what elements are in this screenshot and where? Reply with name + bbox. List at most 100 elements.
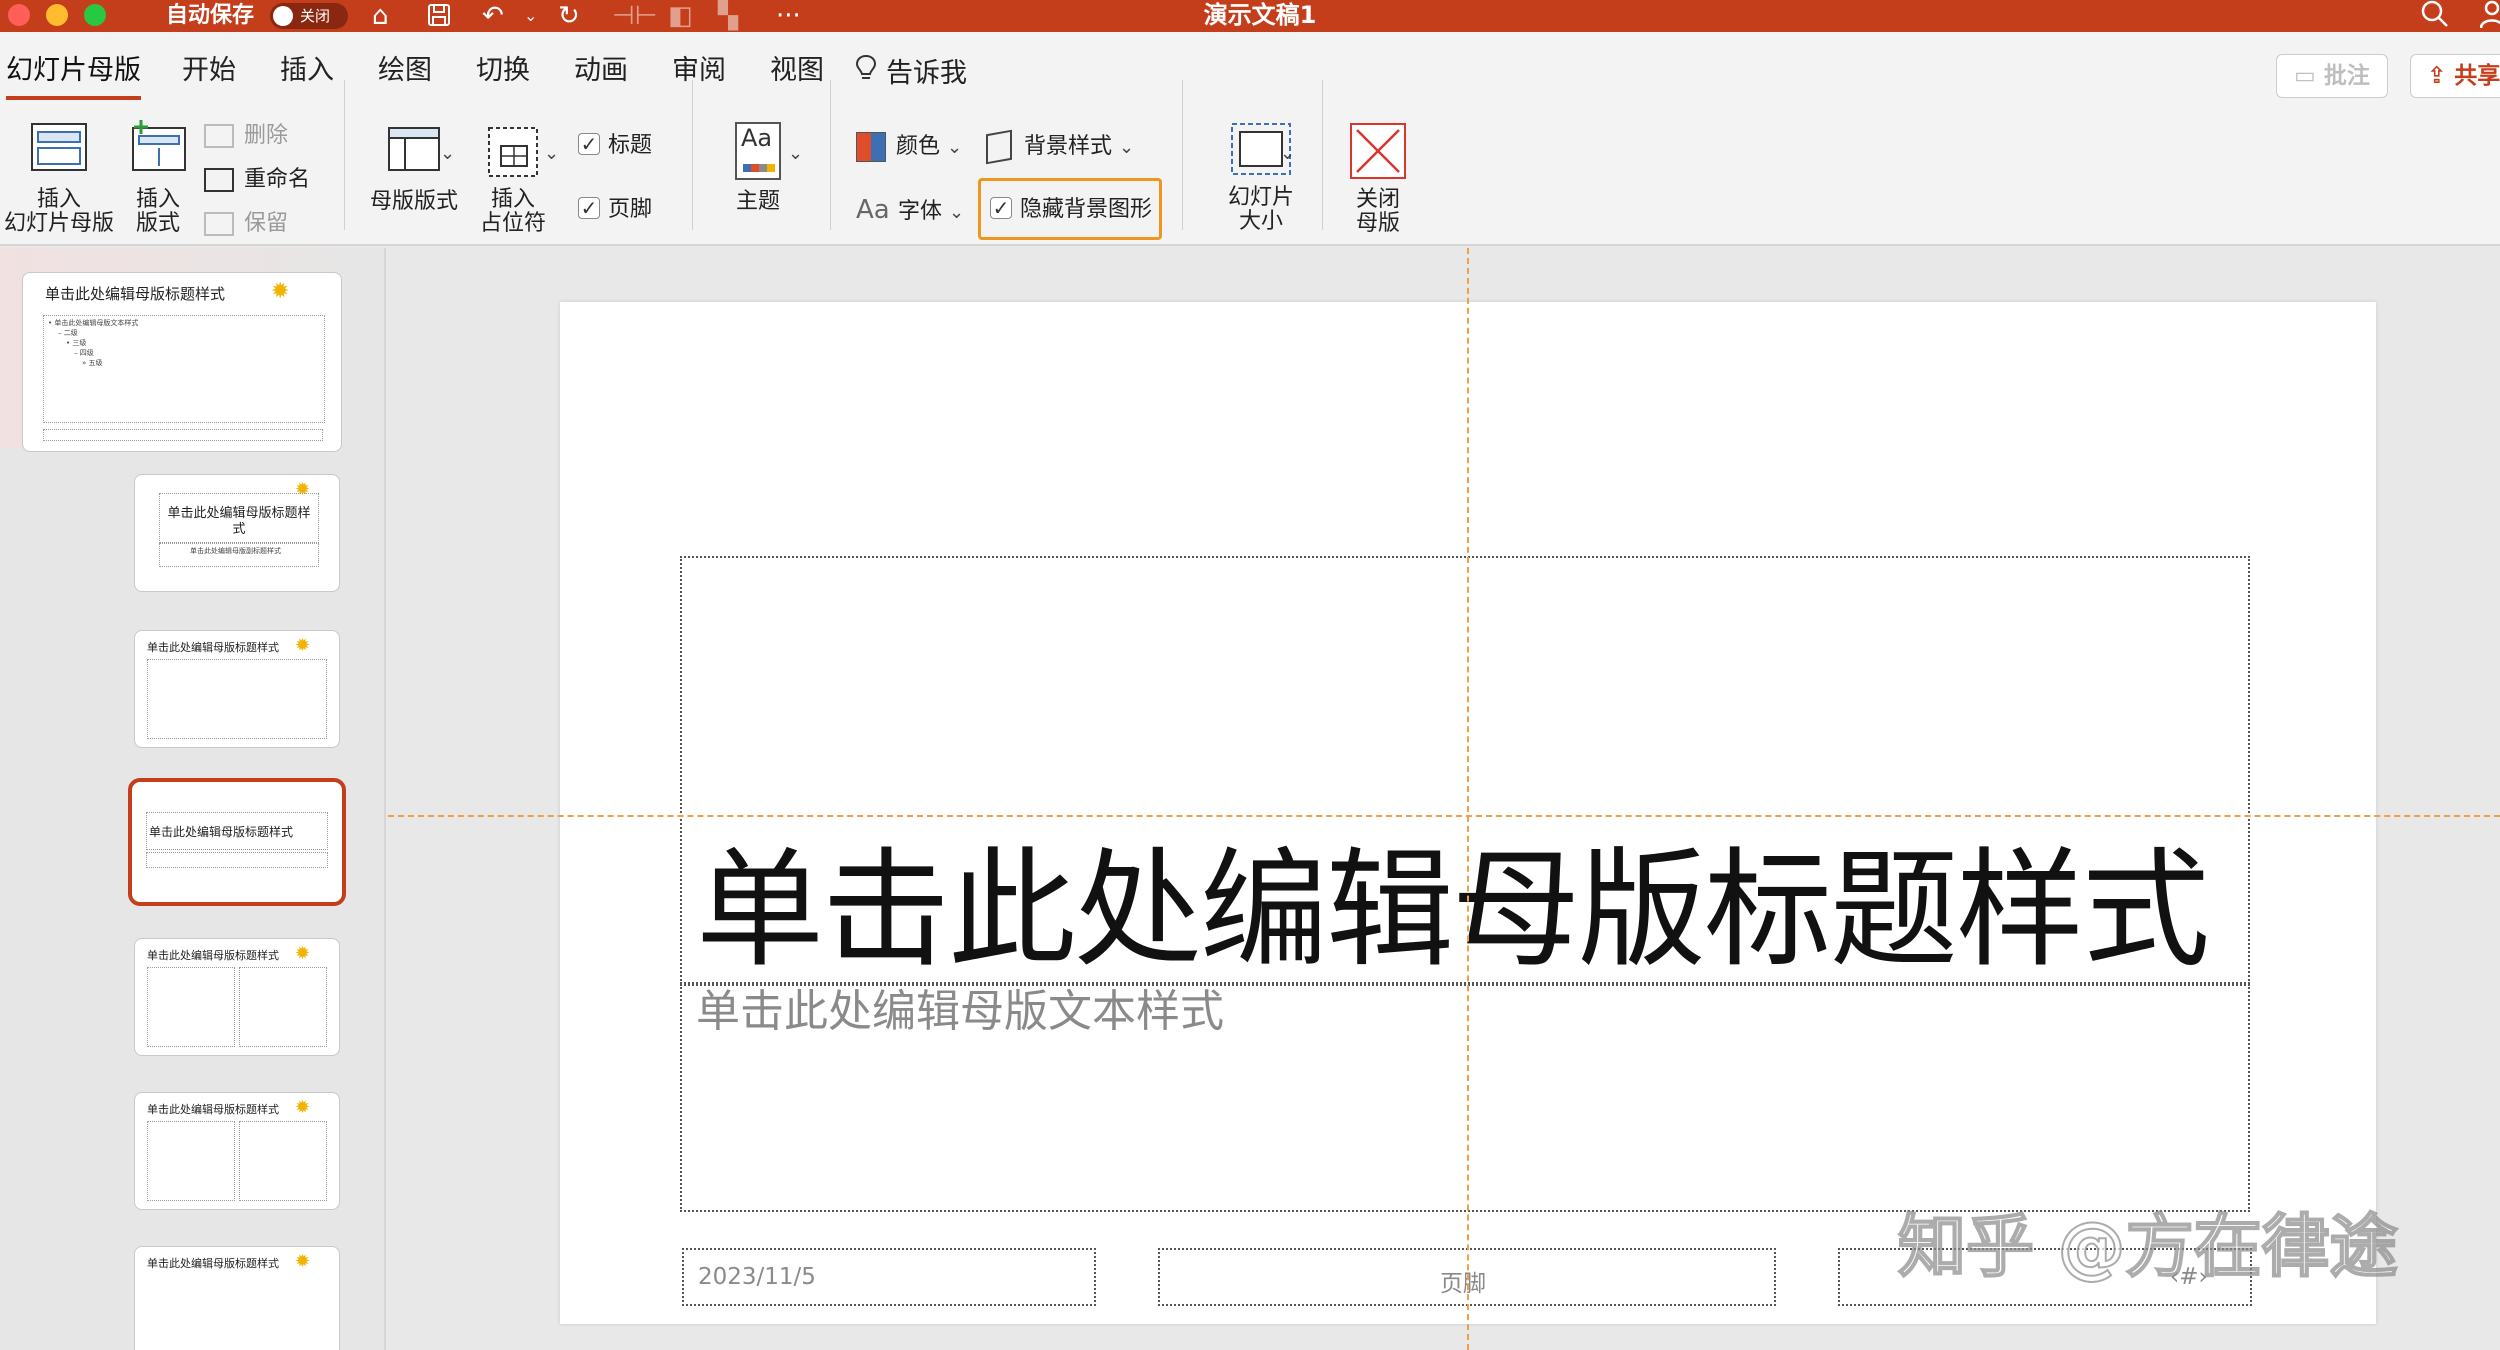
save-icon[interactable] xyxy=(426,2,452,34)
comment-icon: ▭ xyxy=(2294,63,2316,89)
theme-dropdown-icon[interactable]: ⌄ xyxy=(788,140,803,168)
search-icon[interactable] xyxy=(2420,0,2450,33)
date-placeholder[interactable]: 2023/11/5 xyxy=(682,1248,1096,1306)
comments-button[interactable]: ▭ 批注 xyxy=(2276,54,2388,98)
more-icon[interactable]: ··· xyxy=(776,2,801,30)
tab-draw[interactable]: 绘图 xyxy=(378,54,432,88)
preserve-button[interactable]: 保留 xyxy=(204,210,288,238)
sun-icon: ✹ xyxy=(295,1097,311,1118)
slide-thumbnail-layout-selected[interactable]: 单击此处编辑母版标题样式 xyxy=(128,778,346,906)
colors-icon xyxy=(856,132,886,162)
tab-tell-me[interactable]: 告诉我 xyxy=(855,54,967,91)
slide-thumbnail-master[interactable]: 单击此处编辑母版标题样式 ✹ • 单击此处编辑母版文本样式 – 二级 • 三级 … xyxy=(22,272,342,452)
group-icon[interactable]: ▚ xyxy=(718,2,738,30)
redo-icon[interactable]: ↻ xyxy=(558,2,580,30)
fonts-button[interactable]: Aa 字体 ⌄ xyxy=(856,196,964,227)
insert-placeholder-dropdown-icon[interactable]: ⌄ xyxy=(544,140,559,168)
master-layout-label: 母版版式 xyxy=(369,189,458,214)
tab-review[interactable]: 审阅 xyxy=(672,54,726,88)
thumbnail-body-line: – 四级 xyxy=(74,349,94,357)
thumbnail-title: 单击此处编辑母版标题样式 xyxy=(149,825,294,839)
thumbnail-title-placeholder: 单击此处编辑母版标题样式 xyxy=(146,812,328,850)
thumbnail-footer xyxy=(43,429,323,441)
tell-me-label: 告诉我 xyxy=(886,58,967,89)
maximize-window-button[interactable] xyxy=(84,4,106,26)
share-icon: ⇪ xyxy=(2427,63,2447,89)
preserve-icon xyxy=(204,212,234,236)
vertical-guide[interactable] xyxy=(1467,248,1469,1350)
thumbnail-title: 单击此处编辑母版标题样式 xyxy=(45,285,226,303)
horizontal-guide[interactable] xyxy=(388,815,2500,817)
checkbox-checked-icon: ✓ xyxy=(578,133,600,155)
theme-glyph: Aa xyxy=(741,124,773,152)
tab-transitions[interactable]: 切换 xyxy=(476,54,530,88)
slide-thumbnail-layout[interactable]: 单击此处编辑母版标题样式 ✹ xyxy=(134,630,340,748)
slide-size-button[interactable]: 幻灯片 大小 xyxy=(1206,122,1316,234)
thumbnail-subtitle-placeholder: 单击此处编辑母版副标题样式 xyxy=(159,543,319,567)
hide-background-graphics-checkbox[interactable]: ✓ 隐藏背景图形 xyxy=(990,196,1152,224)
ribbon-separator xyxy=(830,80,831,230)
insert-slide-master-button[interactable]: 插入 幻灯片母版 xyxy=(4,118,114,236)
autosave-label: 自动保存 xyxy=(166,3,255,28)
close-window-button[interactable] xyxy=(8,4,30,26)
rename-label: 重命名 xyxy=(244,167,311,192)
rename-icon xyxy=(204,168,234,192)
thumbnail-content-left xyxy=(147,1121,235,1201)
insert-placeholder-line1: 插入 xyxy=(490,187,535,212)
insert-placeholder-line2: 占位符 xyxy=(479,211,546,236)
sun-icon: ✹ xyxy=(295,1251,311,1272)
insert-layout-icon xyxy=(132,120,186,171)
colors-button[interactable]: 颜色 ⌄ xyxy=(856,132,962,162)
arrange-icon[interactable]: ◧ xyxy=(668,2,693,30)
share-button[interactable]: ⇪ 共享 xyxy=(2410,54,2500,98)
insert-layout-line1: 插入 xyxy=(135,187,180,212)
thumbnail-content-left xyxy=(147,967,235,1047)
title-checkbox[interactable]: ✓ 标题 xyxy=(578,132,652,160)
slide-size-dropdown-icon[interactable]: ⌄ xyxy=(1280,140,1295,168)
thumbnail-title: 单击此处编辑母版标题样式 xyxy=(167,506,311,537)
minimize-window-button[interactable] xyxy=(46,4,68,26)
ribbon-separator xyxy=(344,80,345,230)
align-icon[interactable]: ⊣⊢ xyxy=(612,2,657,30)
slide-thumbnail-layout[interactable]: ✹ 单击此处编辑母版标题样式 单击此处编辑母版副标题样式 xyxy=(134,474,340,592)
background-styles-button[interactable]: 背景样式 ⌄ xyxy=(986,129,1134,165)
slide-thumbnail-layout[interactable]: 单击此处编辑母版标题样式 ✹ xyxy=(134,1092,340,1210)
delete-label: 删除 xyxy=(244,123,289,148)
thumbnail-pane[interactable]: 单击此处编辑母版标题样式 ✹ • 单击此处编辑母版文本样式 – 二级 • 三级 … xyxy=(0,248,386,1350)
slide-title-text[interactable]: 单击此处编辑母版标题样式 xyxy=(696,836,2210,986)
autosave-state: 关闭 xyxy=(300,7,331,25)
theme-button[interactable]: Aa 主题 xyxy=(716,122,800,214)
thumbnail-title: 单击此处编辑母版标题样式 xyxy=(147,949,279,962)
account-icon[interactable] xyxy=(2479,0,2500,35)
colors-label: 颜色 xyxy=(896,134,941,159)
tab-home[interactable]: 开始 xyxy=(182,54,236,88)
slide-thumbnail-layout[interactable]: 单击此处编辑母版标题样式 ✹ xyxy=(134,1246,340,1350)
undo-icon[interactable]: ↶ xyxy=(482,2,504,30)
thumbnail-content-right xyxy=(239,967,327,1047)
master-layout-dropdown-icon[interactable]: ⌄ xyxy=(440,140,455,168)
insert-layout-button[interactable]: 插入 版式 xyxy=(118,118,198,236)
fonts-icon: Aa xyxy=(856,195,890,225)
title-checkbox-label: 标题 xyxy=(608,133,653,158)
tab-slide-master[interactable]: 幻灯片母版 xyxy=(6,54,141,100)
delete-icon xyxy=(204,124,234,148)
thumbnail-subtitle-placeholder xyxy=(146,852,328,868)
chevron-down-icon: ⌄ xyxy=(947,137,963,158)
tab-animations[interactable]: 动画 xyxy=(574,54,628,88)
home-icon[interactable]: ⌂ xyxy=(372,2,389,30)
undo-dropdown-icon[interactable]: ⌄ xyxy=(524,2,537,30)
comments-label: 批注 xyxy=(2323,63,2370,89)
close-master-button[interactable]: 关闭 母版 xyxy=(1338,122,1418,236)
tab-insert[interactable]: 插入 xyxy=(280,54,334,88)
rename-button[interactable]: 重命名 xyxy=(204,166,310,194)
autosave-toggle[interactable]: 关闭 xyxy=(270,3,348,29)
master-layout-button[interactable]: 母版版式 xyxy=(366,124,462,214)
toggle-knob xyxy=(273,6,293,26)
delete-button[interactable]: 删除 xyxy=(204,122,288,150)
close-master-icon xyxy=(1350,123,1406,179)
slide-thumbnail-layout[interactable]: 单击此处编辑母版标题样式 ✹ xyxy=(134,938,340,1056)
tab-view[interactable]: 视图 xyxy=(770,54,824,88)
thumbnail-body-placeholder xyxy=(147,659,327,739)
footer-checkbox[interactable]: ✓ 页脚 xyxy=(578,196,652,224)
slide-subtitle-text[interactable]: 单击此处编辑母版文本样式 xyxy=(696,984,1224,1040)
